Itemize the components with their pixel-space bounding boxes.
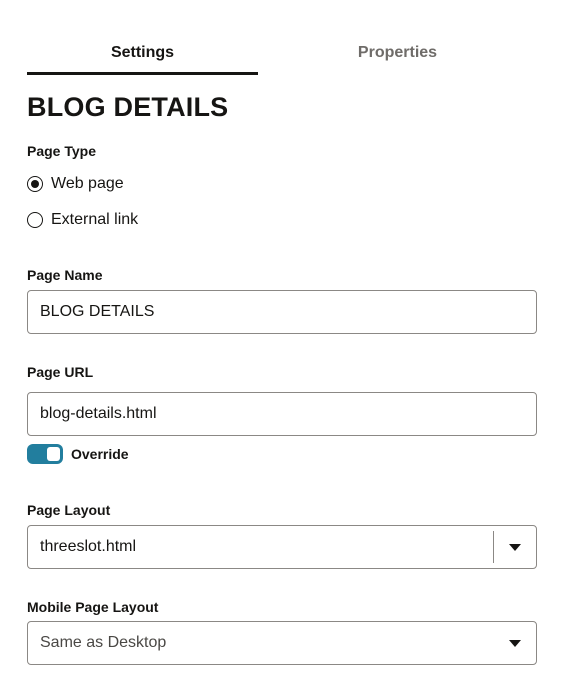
- mobile-layout-label: Mobile Page Layout: [27, 599, 159, 615]
- tab-properties[interactable]: Properties: [258, 30, 537, 75]
- radio-web-page[interactable]: Web page: [27, 175, 124, 193]
- radio-external-link[interactable]: External link: [27, 211, 138, 229]
- override-toggle[interactable]: [27, 444, 63, 464]
- page-name-label: Page Name: [27, 267, 103, 283]
- page-url-input[interactable]: [40, 405, 536, 423]
- mobile-layout-value: Same as Desktop: [40, 634, 167, 651]
- page-title: BLOG DETAILS: [27, 92, 229, 122]
- page-name-field[interactable]: [27, 290, 537, 334]
- chevron-down-icon[interactable]: [494, 622, 536, 664]
- tab-settings[interactable]: Settings: [27, 30, 258, 75]
- page-url-label: Page URL: [27, 364, 94, 380]
- page-layout-value: threeslot.html: [40, 538, 137, 555]
- override-label: Override: [71, 446, 129, 462]
- radio-external-link-label: External link: [51, 211, 139, 228]
- page-layout-select[interactable]: threeslot.html: [27, 525, 537, 569]
- radio-web-page-label: Web page: [51, 175, 124, 192]
- page-layout-label: Page Layout: [27, 502, 111, 518]
- radio-selected-icon[interactable]: [27, 176, 43, 192]
- radio-unselected-icon[interactable]: [27, 212, 43, 228]
- page-settings-panel: Settings Properties BLOG DETAILS Page Ty…: [0, 0, 573, 684]
- page-type-label: Page Type: [27, 143, 96, 159]
- override-toggle-row: Override: [27, 444, 129, 464]
- toggle-knob: [47, 447, 60, 461]
- tab-bar: Settings Properties: [27, 30, 537, 75]
- page-name-input[interactable]: [40, 303, 536, 321]
- mobile-layout-select[interactable]: Same as Desktop: [27, 621, 537, 665]
- page-url-field[interactable]: [27, 392, 537, 436]
- chevron-down-icon[interactable]: [494, 526, 536, 568]
